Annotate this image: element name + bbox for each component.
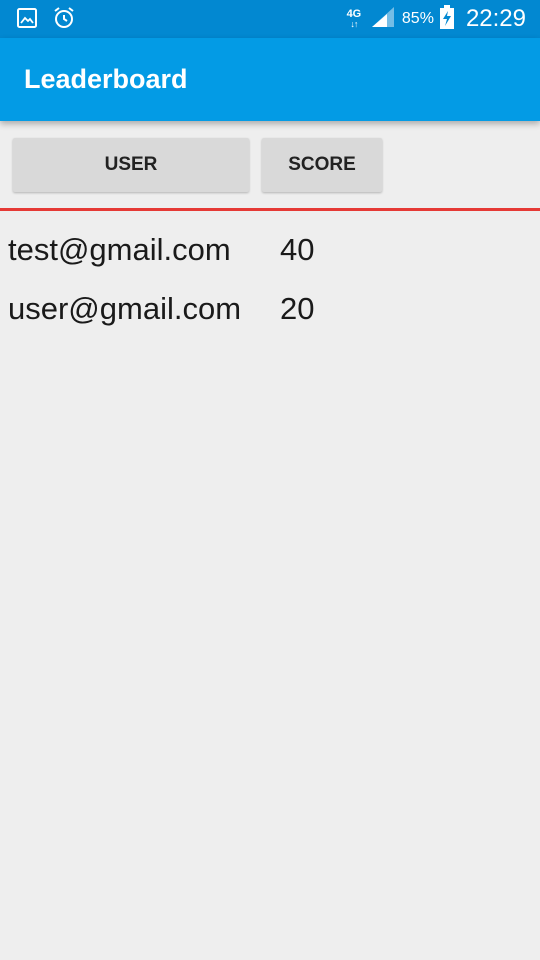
signal-icon: [370, 5, 396, 34]
data-activity-icon: ↓↑: [350, 19, 358, 29]
status-bar: 4G ↓↑ 85% 22:29: [0, 0, 540, 38]
user-score: 40: [280, 231, 315, 267]
battery-charging-icon: [439, 4, 454, 34]
sort-by-user-button[interactable]: USER: [13, 138, 249, 192]
sort-by-score-button[interactable]: SCORE: [262, 138, 382, 192]
app-bar: Leaderboard: [0, 38, 540, 121]
alarm-icon: [52, 6, 76, 35]
clock: 22:29: [465, 5, 526, 32]
notification-icons: [16, 6, 76, 35]
user-email: user@gmail.com: [8, 290, 242, 326]
system-indicators: 4G ↓↑ 85% 22:29: [344, 0, 526, 38]
network-type: 4G ↓↑: [344, 9, 364, 30]
image-icon: [16, 7, 38, 34]
page-title: Leaderboard: [24, 64, 188, 94]
leaderboard-row[interactable]: user@gmail.com 20: [8, 279, 528, 338]
user-email: test@gmail.com: [8, 231, 231, 267]
battery-percent: 85%: [401, 10, 434, 27]
leaderboard-list: test@gmail.com 40 user@gmail.com 20: [8, 220, 528, 338]
user-score: 20: [280, 290, 315, 326]
divider: [0, 208, 540, 211]
leaderboard-row[interactable]: test@gmail.com 40: [8, 220, 528, 279]
